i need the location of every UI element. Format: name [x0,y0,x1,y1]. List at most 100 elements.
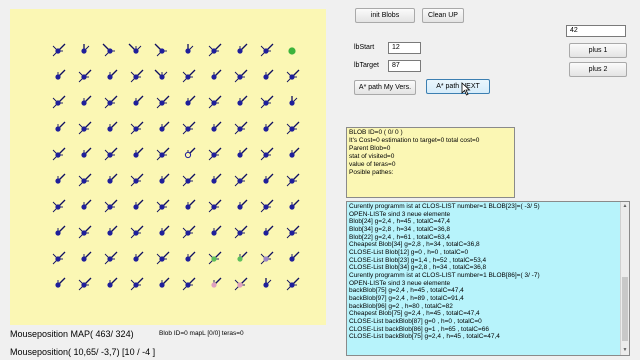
blob-node[interactable] [260,95,274,109]
blob-node[interactable] [234,225,248,239]
blob-node[interactable] [184,147,196,159]
blob-node[interactable] [133,199,144,210]
plus-1-button[interactable]: plus 1 [569,43,627,58]
blob-node[interactable] [130,69,144,83]
blob-node[interactable] [52,43,66,57]
blob-node[interactable] [81,251,92,262]
blob-node[interactable] [107,69,118,80]
blob-node[interactable] [78,121,92,135]
blob-node[interactable] [133,147,144,158]
blob-node[interactable] [289,96,298,106]
blob-node[interactable] [78,277,92,291]
blob-node[interactable] [130,225,144,239]
blob-node[interactable] [208,199,222,213]
blob-node[interactable] [208,43,222,57]
blob-node[interactable] [211,225,222,236]
blob-node[interactable] [107,121,118,132]
log-scrollbar[interactable]: ▲ ▼ [620,202,629,355]
blob-node[interactable] [159,121,170,132]
blob-node[interactable] [52,95,66,109]
blob-node[interactable] [289,147,300,158]
blob-map[interactable] [10,9,326,325]
blob-node[interactable] [289,199,300,210]
target-input[interactable]: 87 [388,60,421,72]
blob-node[interactable] [263,278,272,288]
blob-node[interactable] [211,69,222,80]
blob-node[interactable] [237,95,248,106]
blob-node[interactable] [81,147,92,158]
blob-node[interactable] [104,147,118,161]
blob-node[interactable] [182,173,196,187]
blob-node[interactable] [182,225,196,239]
blob-node[interactable] [185,199,196,210]
blob-node[interactable] [55,173,66,184]
blob-node[interactable] [263,225,274,236]
blob-node[interactable] [107,173,118,184]
blob-node[interactable] [211,121,222,132]
blob-node[interactable] [263,121,274,132]
blob-node[interactable] [154,43,167,57]
blob-node[interactable] [156,199,170,213]
blob-node[interactable] [133,251,144,262]
blob-node[interactable] [263,173,274,184]
blob-node[interactable] [133,95,144,106]
blob-node[interactable] [52,199,66,213]
astar-my-version-button[interactable]: A* path My Vers. [354,80,416,95]
blob-node[interactable] [211,277,222,288]
blob-node[interactable] [234,277,248,291]
astar-next-button[interactable]: A* path NEXT [426,79,490,94]
blob-node[interactable] [260,251,274,265]
plus-2-button[interactable]: plus 2 [569,62,627,77]
blob-node[interactable] [286,173,300,187]
blob-node[interactable] [182,121,196,135]
blob-node[interactable] [234,121,248,135]
blob-node[interactable] [237,43,248,54]
blob-node[interactable] [234,69,248,83]
blob-node[interactable] [107,225,118,236]
blob-node[interactable] [185,44,194,54]
blob-node[interactable] [55,69,66,80]
blob-node[interactable] [104,251,118,265]
scroll-down-icon[interactable]: ▼ [621,346,629,355]
blob-node[interactable] [104,199,118,213]
blob-node[interactable] [260,147,274,161]
blob-node[interactable] [208,95,222,109]
blob-node[interactable] [156,95,170,109]
blob-node[interactable] [156,147,170,161]
blob-node[interactable] [288,47,296,55]
blob-node[interactable] [55,277,66,288]
start-input[interactable]: 12 [388,42,421,54]
blob-node[interactable] [263,69,274,80]
blob-node[interactable] [128,43,142,54]
algorithm-log[interactable]: Curently programm ist at CLOS-LIST numbe… [346,201,630,356]
scroll-thumb[interactable] [622,277,628,341]
blob-node[interactable] [182,69,196,83]
blob-node[interactable] [208,147,222,161]
blob-node[interactable] [78,173,92,187]
blob-node[interactable] [102,43,115,57]
blob-node[interactable] [208,251,222,265]
blob-node[interactable] [260,199,274,213]
blob-grid[interactable] [10,9,326,325]
blob-node[interactable] [81,95,92,106]
blob-node[interactable] [286,225,300,239]
blob-node[interactable] [286,69,300,83]
blob-node[interactable] [78,225,92,239]
blob-node[interactable] [286,121,300,135]
blob-node[interactable] [237,199,248,210]
blob-node[interactable] [286,277,300,291]
blob-node[interactable] [55,121,66,132]
blob-node[interactable] [159,277,170,288]
blob-node[interactable] [81,44,90,54]
blob-node[interactable] [55,225,66,236]
blob-node[interactable] [185,251,196,262]
blob-node[interactable] [159,173,170,184]
blob-node[interactable] [185,95,196,106]
blob-node[interactable] [156,251,170,265]
scroll-up-icon[interactable]: ▲ [621,202,629,211]
blob-node[interactable] [234,173,248,187]
blob-node[interactable] [130,121,144,135]
blob-node[interactable] [78,69,92,83]
blob-node[interactable] [107,277,118,288]
blob-node[interactable] [211,173,222,184]
